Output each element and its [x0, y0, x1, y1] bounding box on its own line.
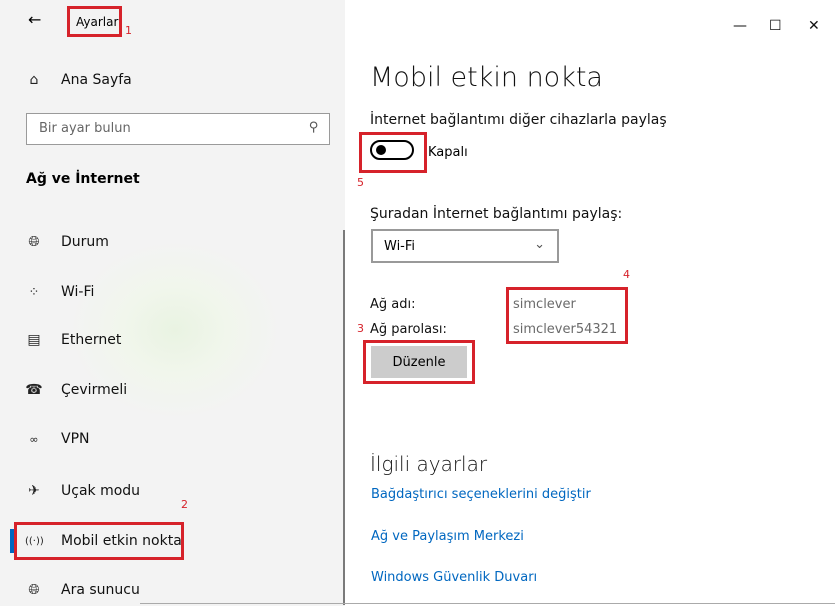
- annotation-number-4: 4: [623, 268, 630, 281]
- annotation-number-3: 3: [357, 322, 364, 335]
- sidebar-item-vpn[interactable]: ∞ VPN: [0, 421, 340, 457]
- search-box[interactable]: ⚲: [26, 113, 330, 145]
- page-title: Mobil etkin nokta: [370, 62, 603, 93]
- toggle-state-label: Kapalı: [428, 145, 468, 160]
- minimize-button[interactable]: —: [733, 18, 747, 34]
- sidebar-item-label: Ana Sayfa: [61, 72, 132, 88]
- dropdown-value: Wi-Fi: [384, 239, 416, 254]
- section-title: Ağ ve İnternet: [26, 171, 140, 187]
- sidebar-item-airplane[interactable]: ✈ Uçak modu: [0, 473, 340, 509]
- sidebar-item-label: Ethernet: [61, 332, 122, 348]
- home-icon: ⌂: [29, 72, 39, 88]
- windows-firewall-link[interactable]: Windows Güvenlik Duvarı: [371, 570, 537, 585]
- network-sharing-center-link[interactable]: Ağ ve Paylaşım Merkezi: [371, 529, 524, 544]
- share-from-label: Şuradan İnternet bağlantımı paylaş:: [370, 206, 623, 222]
- annotation-box-2: [14, 522, 184, 560]
- back-arrow-icon[interactable]: ←: [28, 10, 41, 29]
- maximize-button[interactable]: ☐: [769, 18, 782, 34]
- annotation-box-5: [359, 132, 427, 173]
- sidebar: ← Ayarlar ⌂ Ana Sayfa ⚲ Ağ ve İnternet 🌐…: [0, 0, 345, 606]
- sidebar-item-home[interactable]: ⌂ Ana Sayfa: [0, 62, 340, 98]
- ethernet-icon: ▤: [27, 332, 41, 348]
- airplane-icon: ✈: [28, 483, 40, 499]
- adapter-options-link[interactable]: Bağdaştırıcı seçeneklerini değiştir: [371, 487, 591, 502]
- sidebar-item-wifi[interactable]: ⁘ Wi-Fi: [0, 274, 340, 310]
- sidebar-item-label: Çevirmeli: [61, 382, 128, 398]
- annotation-number-2: 2: [181, 498, 188, 511]
- globe-icon: 🌐︎: [28, 582, 40, 598]
- sidebar-item-dialup[interactable]: ☎ Çevirmeli: [0, 372, 340, 408]
- connection-source-dropdown[interactable]: Wi-Fi ⌄: [371, 229, 559, 263]
- wifi-icon: ⁘: [28, 284, 40, 300]
- close-button[interactable]: ✕: [808, 18, 820, 34]
- vpn-icon: ∞: [29, 432, 39, 446]
- sidebar-item-label: Uçak modu: [61, 483, 141, 499]
- sidebar-item-ethernet[interactable]: ▤ Ethernet: [0, 322, 340, 358]
- sidebar-item-status[interactable]: 🌐︎ Durum: [0, 224, 340, 260]
- annotation-box-3: [363, 340, 475, 384]
- bottom-divider: [140, 603, 835, 604]
- sidebar-item-label: Durum: [61, 234, 109, 250]
- search-input[interactable]: [37, 120, 291, 137]
- network-password-label: Ağ parolası:: [370, 322, 447, 337]
- share-connection-label: İnternet bağlantımı diğer cihazlarla pay…: [370, 112, 667, 128]
- annotation-box-4: [506, 287, 628, 344]
- globe-status-icon: 🌐︎: [28, 234, 40, 250]
- search-icon[interactable]: ⚲: [309, 120, 319, 135]
- related-settings-title: İlgili ayarlar: [370, 452, 488, 476]
- dialup-icon: ☎: [25, 382, 43, 398]
- annotation-number-1: 1: [125, 24, 132, 37]
- annotation-number-5: 5: [357, 176, 364, 189]
- chevron-down-icon: ⌄: [534, 237, 545, 252]
- sidebar-item-label: Wi-Fi: [61, 284, 95, 300]
- sidebar-item-label: VPN: [61, 431, 90, 447]
- network-name-label: Ağ adı:: [370, 297, 416, 312]
- sidebar-item-label: Ara sunucu: [61, 582, 140, 598]
- annotation-box-1: [67, 6, 122, 37]
